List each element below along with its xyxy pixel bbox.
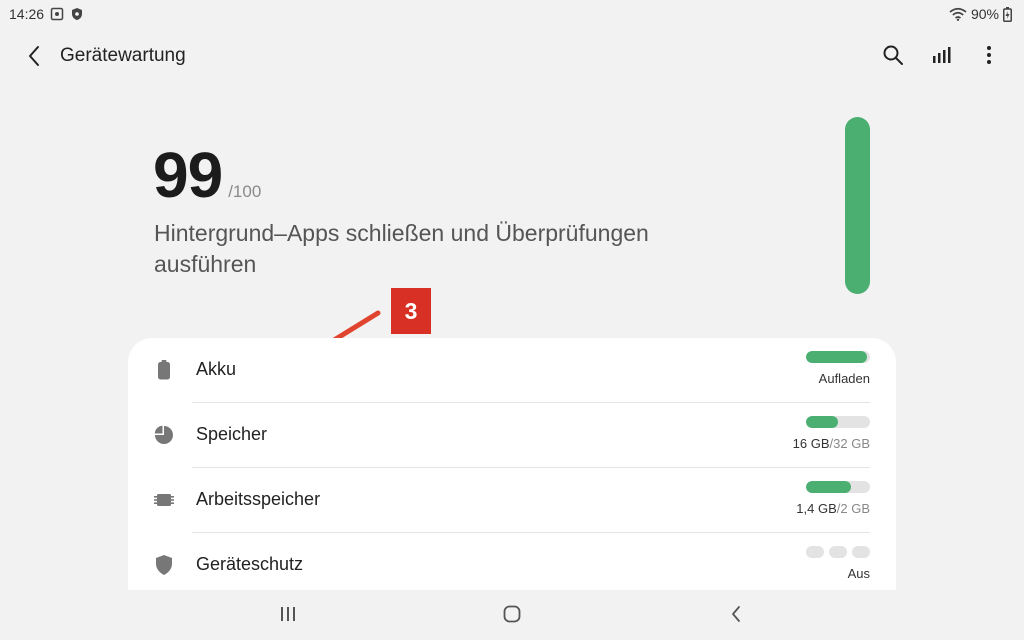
list-item-akku[interactable]: Akku Aufladen	[128, 338, 896, 402]
back-button[interactable]	[20, 42, 48, 70]
protection-indicator	[806, 546, 870, 558]
wifi-icon	[949, 7, 967, 21]
battery-status: Aufladen	[818, 371, 870, 386]
app-bar: Gerätewartung	[0, 34, 1024, 78]
storage-status: 16 GB/32 GB	[792, 436, 870, 451]
battery-charging-icon	[1003, 6, 1012, 22]
indicator-dot	[829, 546, 847, 558]
shield-notification-icon	[72, 8, 83, 20]
status-time: 14:26	[9, 6, 45, 22]
back-icon	[732, 606, 740, 622]
memory-status: 1,4 GB/2 GB	[796, 501, 870, 516]
item-label: Akku	[196, 359, 237, 379]
protection-status: Aus	[847, 566, 870, 581]
step-badge: 3	[391, 288, 431, 334]
memory-chip-icon	[154, 494, 174, 506]
navigation-bar	[0, 590, 1024, 640]
item-label: Arbeitsspeicher	[196, 489, 321, 509]
more-vert-icon	[987, 46, 991, 64]
status-bar: 14:26 90%	[0, 0, 1024, 28]
indicator-dot	[852, 546, 870, 558]
storage-level-bar	[806, 416, 870, 428]
maintenance-card: Akku Aufladen Speicher 16 GB/32 GB Arbei…	[128, 338, 896, 590]
recents-button[interactable]	[270, 598, 306, 630]
screenshot-notification-icon	[50, 7, 64, 21]
search-button[interactable]	[878, 40, 908, 70]
search-icon	[883, 45, 903, 65]
bar-chart-icon	[933, 47, 951, 63]
home-button[interactable]	[494, 598, 530, 630]
page-title: Gerätewartung	[60, 45, 186, 66]
statistics-button[interactable]	[926, 40, 956, 70]
storage-pie-icon	[154, 425, 173, 444]
home-icon	[503, 605, 521, 623]
list-item-arbeitsspeicher[interactable]: Arbeitsspeicher 1,4 GB/2 GB	[128, 468, 896, 532]
battery-icon	[158, 360, 170, 380]
list-item-geraeteschutz[interactable]: Geräteschutz Aus	[128, 533, 896, 590]
device-care-score: 99 /100	[153, 138, 261, 212]
shield-icon	[156, 555, 172, 575]
score-value: 99	[153, 139, 223, 211]
item-label: Geräteschutz	[196, 554, 304, 574]
item-label: Speicher	[196, 424, 268, 444]
score-max: /100	[228, 182, 262, 201]
battery-level-bar	[806, 351, 870, 363]
memory-level-bar	[806, 481, 870, 493]
battery-percent: 90%	[970, 6, 999, 22]
nav-back-button[interactable]	[718, 598, 754, 630]
recents-icon	[281, 607, 295, 621]
chevron-left-icon	[29, 46, 39, 66]
list-item-speicher[interactable]: Speicher 16 GB/32 GB	[128, 403, 896, 467]
more-options-button[interactable]	[974, 40, 1004, 70]
score-level-bar	[845, 117, 870, 294]
score-description: Hintergrund–Apps schließen und Überprüfu…	[154, 220, 649, 277]
indicator-dot	[806, 546, 824, 558]
